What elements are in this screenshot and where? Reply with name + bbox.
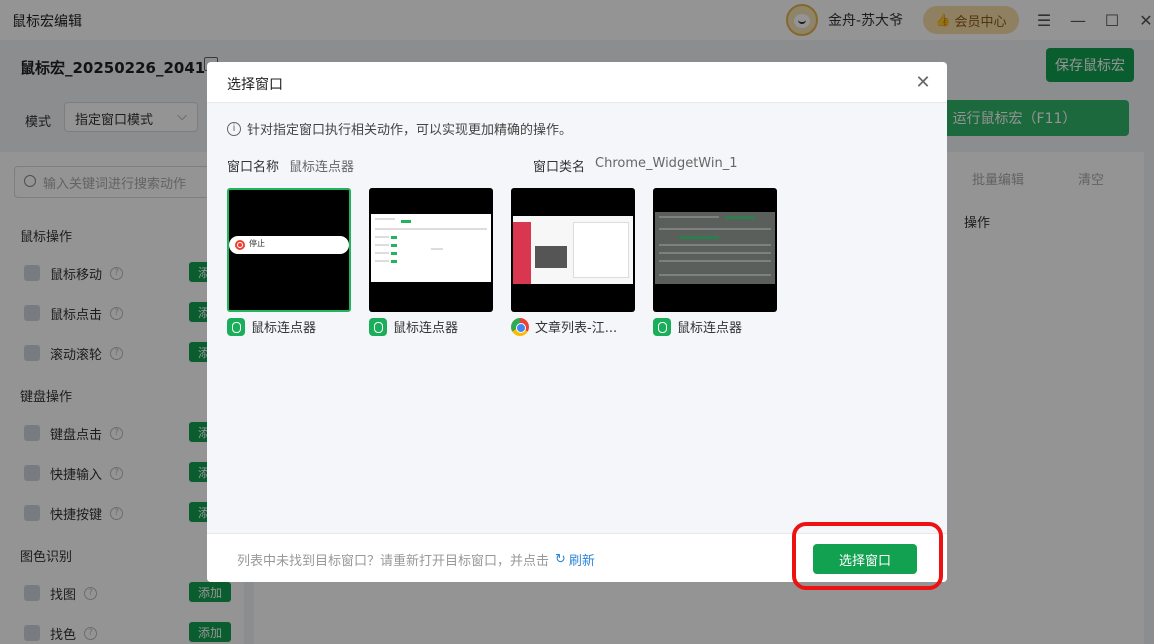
mouse-clicker-app-icon [369, 317, 387, 336]
select-window-button[interactable]: 选择窗口 [813, 544, 917, 574]
window-name-field: 窗口名称 鼠标连点器 [227, 156, 354, 175]
window-caption-text: 鼠标连点器 [677, 321, 743, 336]
dialog-title: 选择窗口 [227, 77, 283, 93]
close-icon[interactable]: ✕ [913, 72, 933, 93]
mouse-clicker-app-icon [653, 317, 671, 336]
info-text: 针对指定窗口执行相关动作，可以实现更加精确的操作。 [247, 123, 573, 138]
window-caption-text: 鼠标连点器 [251, 321, 317, 336]
app-screenshot [655, 212, 775, 284]
select-window-dialog: 选择窗口 ✕ i 针对指定窗口执行相关动作，可以实现更加精确的操作。 窗口名称 … [207, 62, 947, 582]
dialog-body: i 针对指定窗口执行相关动作，可以实现更加精确的操作。 窗口名称 鼠标连点器 窗… [207, 103, 947, 533]
window-caption: 鼠标连点器 [227, 317, 351, 336]
window-caption-text: 鼠标连点器 [393, 321, 459, 336]
mouse-clicker-app-icon [227, 317, 245, 336]
record-icon [235, 240, 245, 250]
window-card[interactable]: 鼠标连点器 [653, 188, 777, 336]
window-preview[interactable] [511, 188, 635, 312]
dialog-header: 选择窗口 ✕ [207, 62, 947, 103]
dialog-footer: 列表中未找到目标窗口？请重新打开目标窗口，并点击 ↻ 刷新 选择窗口 [207, 533, 947, 582]
window-name-value: 鼠标连点器 [289, 160, 355, 175]
window-preview[interactable] [653, 188, 777, 312]
window-caption: 文章列表-江... [511, 317, 635, 336]
window-caption-text: 文章列表-江... [535, 321, 618, 336]
window-card[interactable]: 文章列表-江... [511, 188, 635, 336]
recording-bar: 停止 [229, 236, 349, 254]
window-preview[interactable]: 停止 [227, 188, 351, 312]
window-class-field: 窗口类名 Chrome_WidgetWin_1 [533, 156, 737, 175]
window-class-value: Chrome_WidgetWin_1 [595, 156, 738, 171]
info-tip: i 针对指定窗口执行相关动作，可以实现更加精确的操作。 [227, 119, 572, 138]
stop-label: 停止 [249, 239, 265, 248]
browser-screenshot [513, 216, 633, 284]
window-caption: 鼠标连点器 [369, 317, 493, 336]
window-card[interactable]: 停止 鼠标连点器 [227, 188, 351, 336]
window-caption: 鼠标连点器 [653, 317, 777, 336]
window-list: 停止 鼠标连点器 鼠标连点器 文章列表-江... 鼠标连点器 [227, 188, 927, 348]
refresh-icon[interactable]: ↻ [555, 552, 566, 567]
window-card[interactable]: 鼠标连点器 [369, 188, 493, 336]
chrome-icon [511, 317, 529, 336]
window-class-label: 窗口类名 [533, 160, 586, 175]
footer-tip: 列表中未找到目标窗口？请重新打开目标窗口，并点击 ↻ 刷新 [237, 550, 595, 569]
refresh-link[interactable]: 刷新 [569, 550, 595, 569]
window-name-label: 窗口名称 [227, 160, 280, 175]
info-icon: i [227, 121, 241, 136]
footer-tip-text: 列表中未找到目标窗口？请重新打开目标窗口，并点击 [237, 554, 550, 569]
app-screenshot [371, 214, 491, 282]
window-preview[interactable] [369, 188, 493, 312]
